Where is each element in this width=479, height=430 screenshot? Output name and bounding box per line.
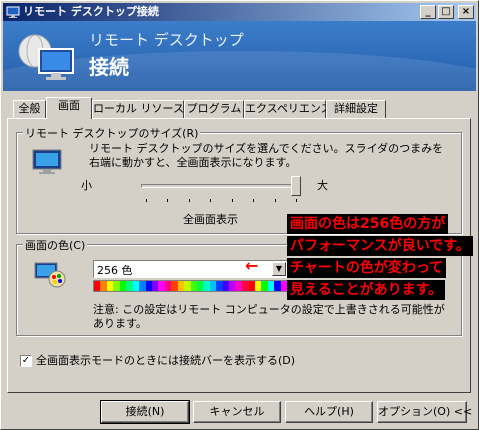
close-icon: × bbox=[461, 6, 471, 17]
monitor-icon bbox=[32, 149, 62, 174]
minimize-button[interactable]: _ bbox=[420, 5, 436, 19]
title-bar[interactable]: リモート デスクトップ接続 _ □ × bbox=[3, 3, 476, 21]
close-button[interactable]: × bbox=[458, 5, 474, 19]
connection-bar-checkbox-label[interactable]: 全画面表示モードのときには接続バーを表示する(D) bbox=[36, 354, 295, 368]
cancel-button[interactable]: キャンセル bbox=[193, 401, 281, 423]
slider-thumb[interactable] bbox=[291, 176, 301, 196]
color-palette-icon bbox=[34, 262, 66, 288]
slider-tick bbox=[274, 199, 276, 202]
banner-title: 接続 bbox=[89, 55, 129, 79]
remote-desktop-window: リモート デスクトップ接続 _ □ × リモート デスクトップ 接続 全般 画面… bbox=[0, 0, 479, 430]
slider-value-label: 全画面表示 bbox=[183, 213, 238, 226]
annotation-line-3: チャートの色が変わって bbox=[287, 258, 447, 278]
tab-programs[interactable]: プログラム bbox=[184, 100, 244, 118]
size-description: リモート デスクトップのサイズを選んでください。スライダのつまみを右端に動かすと… bbox=[89, 142, 444, 169]
help-button[interactable]: ヘルプ(H) bbox=[285, 401, 373, 423]
size-group-label: リモート デスクトップのサイズ(R) bbox=[23, 125, 201, 141]
slider-tick bbox=[210, 199, 212, 202]
slider-min-label: 小 bbox=[81, 179, 92, 192]
remote-desktop-app-icon bbox=[6, 6, 20, 18]
slider-tick bbox=[296, 199, 297, 202]
color-preview-bar bbox=[93, 280, 288, 292]
remote-desktop-logo-icon bbox=[18, 34, 74, 80]
color-group-label: 画面の色(C) bbox=[23, 237, 88, 253]
color-depth-value: 256 色 bbox=[97, 264, 133, 277]
color-note: 注意: この設定はリモート コンピュータの設定で上書きされる可能性があります。 bbox=[93, 303, 445, 330]
slider-tick bbox=[253, 199, 255, 202]
slider-tick bbox=[231, 199, 233, 202]
maximize-button[interactable]: □ bbox=[438, 5, 454, 19]
window-title: リモート デスクトップ接続 bbox=[23, 5, 159, 18]
connect-button[interactable]: 接続(N) bbox=[100, 400, 190, 424]
annotation-line-2: パフォーマンスが良いです。 bbox=[287, 236, 473, 256]
tab-display[interactable]: 画面 bbox=[46, 97, 92, 119]
color-depth-select[interactable]: 256 色 ▼ bbox=[93, 260, 288, 278]
annotation-arrow-icon: ← bbox=[245, 256, 259, 275]
checkmark-icon: ✓ bbox=[21, 355, 31, 366]
connection-bar-checkbox[interactable]: ✓ bbox=[20, 355, 32, 367]
slider-tick bbox=[146, 199, 147, 202]
slider-max-label: 大 bbox=[317, 179, 328, 192]
tab-advanced[interactable]: 詳細設定 bbox=[326, 100, 386, 118]
banner-subtitle: リモート デスクトップ bbox=[89, 31, 244, 49]
options-button[interactable]: オプション(O) << bbox=[377, 401, 472, 423]
slider-track[interactable] bbox=[141, 184, 301, 188]
maximize-icon: □ bbox=[441, 6, 451, 17]
tab-general[interactable]: 全般 bbox=[13, 100, 46, 118]
banner: リモート デスクトップ 接続 bbox=[3, 21, 476, 91]
tab-local-resources[interactable]: ローカル リソース bbox=[92, 100, 184, 118]
slider-tick bbox=[167, 199, 169, 202]
dropdown-arrow-icon[interactable]: ▼ bbox=[272, 262, 286, 276]
slider-tick bbox=[188, 199, 190, 202]
minimize-icon: _ bbox=[425, 6, 431, 17]
annotation-line-4: 見えることがあります。 bbox=[287, 280, 446, 300]
tab-experience[interactable]: エクスペリエンス bbox=[244, 100, 332, 118]
annotation-line-1: 画面の色は256色の方が bbox=[287, 214, 449, 234]
